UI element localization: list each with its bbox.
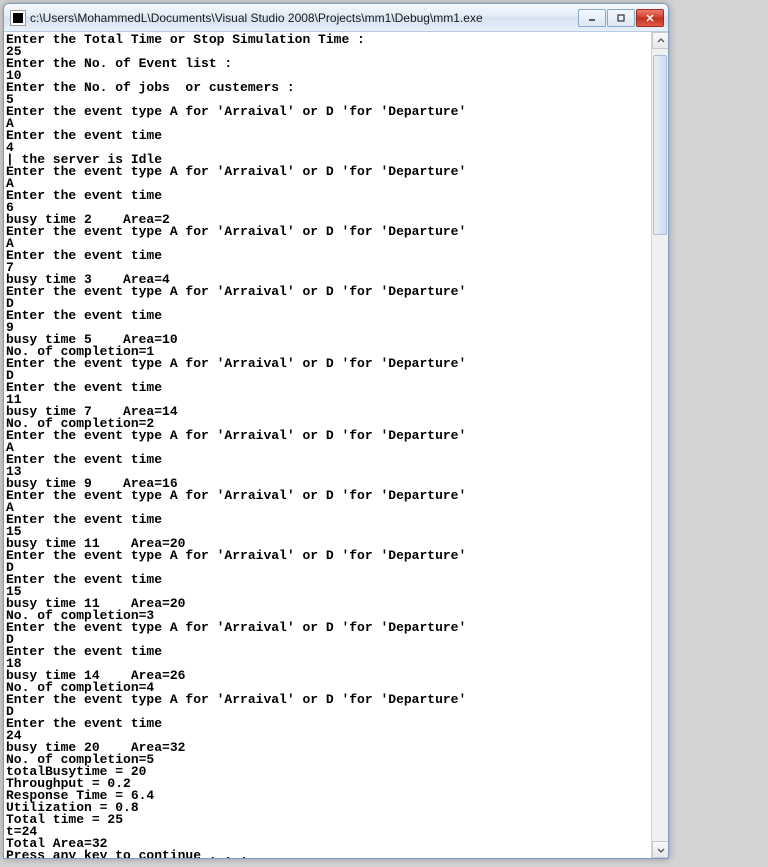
vertical-scrollbar[interactable] bbox=[651, 32, 668, 858]
window-title: c:\Users\MohammedL\Documents\Visual Stud… bbox=[30, 11, 577, 25]
console-window: c:\Users\MohammedL\Documents\Visual Stud… bbox=[3, 3, 669, 859]
console-line: Enter the event time bbox=[6, 646, 651, 658]
close-icon bbox=[645, 13, 655, 23]
close-button[interactable] bbox=[636, 9, 664, 27]
chevron-up-icon bbox=[657, 37, 665, 45]
maximize-icon bbox=[616, 13, 626, 23]
titlebar[interactable]: c:\Users\MohammedL\Documents\Visual Stud… bbox=[4, 4, 668, 32]
window-controls bbox=[577, 9, 664, 27]
console-line: Enter the event time bbox=[6, 514, 651, 526]
scroll-down-button[interactable] bbox=[652, 841, 668, 858]
console-line: Enter the event type A for 'Arraival' or… bbox=[6, 694, 651, 706]
console-line: Enter the No. of jobs or custemers : bbox=[6, 82, 651, 94]
console-line: Enter the event type A for 'Arraival' or… bbox=[6, 286, 651, 298]
console-line: Enter the event time bbox=[6, 718, 651, 730]
console-line: Enter the event time bbox=[6, 130, 651, 142]
minimize-button[interactable] bbox=[578, 9, 606, 27]
chevron-down-icon bbox=[657, 846, 665, 854]
console-line: Total time = 25 bbox=[6, 814, 651, 826]
console-line: Enter the Total Time or Stop Simulation … bbox=[6, 34, 651, 46]
scroll-up-button[interactable] bbox=[652, 32, 668, 49]
console-line: Enter the event time bbox=[6, 574, 651, 586]
console-line: Enter the event type A for 'Arraival' or… bbox=[6, 622, 651, 634]
console-output[interactable]: Enter the Total Time or Stop Simulation … bbox=[4, 32, 651, 858]
console-line: Enter the event type A for 'Arraival' or… bbox=[6, 490, 651, 502]
scroll-track[interactable] bbox=[652, 49, 668, 841]
maximize-button[interactable] bbox=[607, 9, 635, 27]
console-line: Enter the event time bbox=[6, 382, 651, 394]
scroll-thumb[interactable] bbox=[653, 55, 667, 235]
console-line: Enter the event type A for 'Arraival' or… bbox=[6, 226, 651, 238]
console-line: Enter the event time bbox=[6, 310, 651, 322]
app-icon bbox=[10, 10, 26, 26]
console-line: Enter the event type A for 'Arraival' or… bbox=[6, 430, 651, 442]
console-line: Enter the event type A for 'Arraival' or… bbox=[6, 106, 651, 118]
console-line: Enter the event time bbox=[6, 454, 651, 466]
console-line: Enter the No. of Event list : bbox=[6, 58, 651, 70]
console-line: Enter the event type A for 'Arraival' or… bbox=[6, 166, 651, 178]
console-area: Enter the Total Time or Stop Simulation … bbox=[4, 32, 668, 858]
console-line: Enter the event time bbox=[6, 250, 651, 262]
minimize-icon bbox=[587, 13, 597, 23]
console-line: Enter the event type A for 'Arraival' or… bbox=[6, 358, 651, 370]
console-line: Press any key to continue . . . bbox=[6, 850, 651, 858]
console-line: Enter the event time bbox=[6, 190, 651, 202]
console-line: Enter the event type A for 'Arraival' or… bbox=[6, 550, 651, 562]
